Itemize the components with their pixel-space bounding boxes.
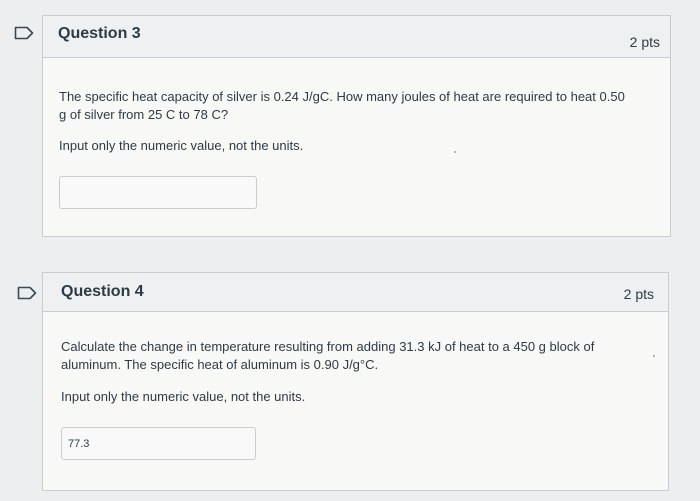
question-4-body: Calculate the change in temperature resu… [43,312,668,490]
question-3-text-line-1: The specific heat capacity of silver is … [59,89,625,104]
decorative-dot [454,151,456,153]
flag-question-4-icon[interactable] [17,286,37,300]
question-3-instruction: Input only the numeric value, not the un… [59,138,304,153]
question-4-text-line-2: aluminum. The specific heat of aluminum … [61,357,379,372]
decorative-dot [653,355,655,357]
question-3-points: 2 pts [629,34,660,50]
question-4-text-line-1: Calculate the change in temperature resu… [61,339,595,354]
question-4-instruction: Input only the numeric value, not the un… [61,389,306,404]
question-4-answer-input[interactable] [61,427,256,460]
flag-question-3-icon[interactable] [14,26,34,40]
question-3-panel: Question 3 2 pts The specific heat capac… [42,15,671,237]
question-4-points: 2 pts [623,286,654,302]
question-3-header: Question 3 2 pts [43,16,670,58]
question-4-title: Question 4 [61,283,144,300]
question-3-body: The specific heat capacity of silver is … [43,58,670,236]
question-3-text-line-2: g of silver from 25 C to 78 C? [59,107,229,122]
question-4-panel: Question 4 2 pts Calculate the change in… [42,272,669,491]
question-4-header: Question 4 2 pts [43,273,668,312]
question-3-title: Question 3 [58,25,141,42]
question-3-answer-input[interactable] [59,176,257,209]
